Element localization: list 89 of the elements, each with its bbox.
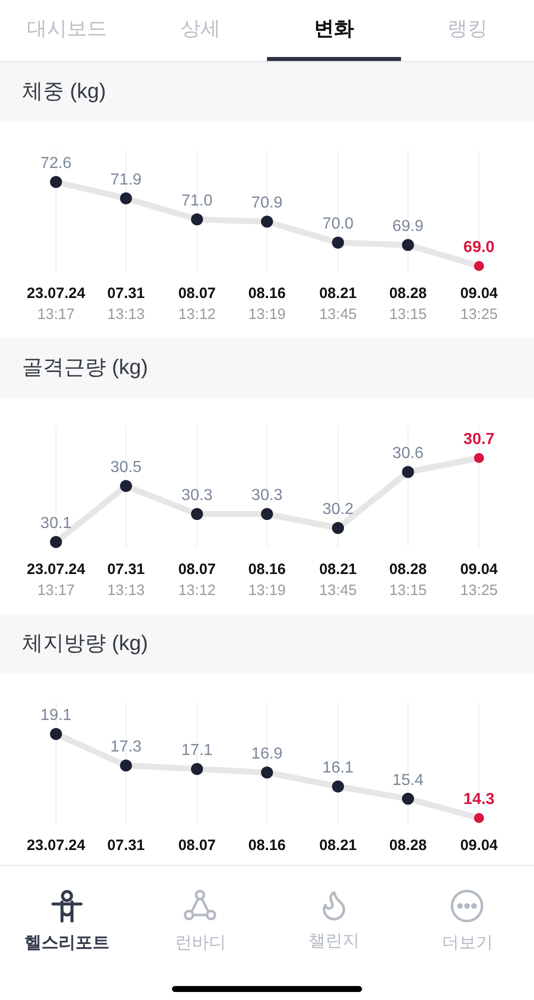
time-label: 13:17 <box>37 306 75 323</box>
date-label: 08.28 <box>389 285 427 302</box>
value-label: 72.6 <box>40 155 72 172</box>
value-label: 30.3 <box>251 487 283 504</box>
data-point <box>261 508 273 520</box>
date-label: 08.21 <box>319 837 357 854</box>
date-label: 07.31 <box>107 285 145 302</box>
tab[interactable]: 랭킹 <box>400 0 534 61</box>
time-label: 13:15 <box>389 582 427 599</box>
date-label: 08.16 <box>248 561 286 578</box>
time-label: 13:15 <box>389 306 427 323</box>
data-point <box>402 239 414 251</box>
value-label: 30.2 <box>322 501 354 518</box>
time-label: 13:45 <box>319 306 357 323</box>
nav-item[interactable]: 더보기 <box>400 888 534 956</box>
data-point <box>50 728 62 740</box>
value-label: 16.1 <box>322 760 354 776</box>
date-label: 23.07.24 <box>26 285 86 302</box>
data-point <box>332 780 344 792</box>
date-label: 08.21 <box>319 561 357 578</box>
value-label: 17.3 <box>110 738 142 756</box>
nav-item[interactable]: 런바디 <box>134 888 267 956</box>
date-label: 23.07.24 <box>26 837 86 854</box>
time-label: 13:17 <box>37 582 75 599</box>
time-label: 13:19 <box>248 306 286 323</box>
date-label: 08.16 <box>248 285 286 302</box>
person-icon <box>48 888 85 924</box>
data-point <box>120 480 132 492</box>
date-label: 23.07.24 <box>26 561 86 578</box>
data-point <box>120 192 132 204</box>
nav-item[interactable]: 챌린지 <box>267 888 400 956</box>
time-label: 13:25 <box>460 582 498 599</box>
data-point <box>402 466 414 478</box>
value-label: 70.9 <box>251 194 283 212</box>
nav-item[interactable]: 헬스리포트 <box>0 888 134 956</box>
value-label: 30.3 <box>181 487 213 504</box>
date-label: 09.04 <box>460 285 498 302</box>
date-label: 08.21 <box>319 285 357 302</box>
date-label: 08.16 <box>248 837 286 854</box>
date-label: 08.07 <box>178 285 216 302</box>
data-point <box>50 176 62 188</box>
value-label: 30.6 <box>392 445 424 462</box>
time-label: 13:13 <box>107 306 145 323</box>
time-label: 13:25 <box>460 306 498 323</box>
time-label: 13:19 <box>248 582 286 599</box>
data-point <box>191 213 203 226</box>
value-label: 15.4 <box>392 772 424 789</box>
time-label: 13:12 <box>178 306 216 323</box>
date-label: 07.31 <box>107 561 145 578</box>
data-point <box>474 813 484 823</box>
section-title: 체중 (kg) <box>22 79 106 106</box>
value-label: 30.7 <box>463 431 495 448</box>
date-label: 07.31 <box>107 837 145 854</box>
time-label: 13:12 <box>178 582 216 599</box>
data-point <box>191 763 203 775</box>
date-label: 09.04 <box>460 561 498 578</box>
data-point <box>474 261 484 271</box>
date-label: 08.07 <box>178 561 216 578</box>
date-label: 08.28 <box>389 837 427 854</box>
data-point <box>402 792 414 805</box>
value-label: 69.0 <box>463 239 495 256</box>
value-label: 71.9 <box>110 171 142 188</box>
tab[interactable]: 대시보드 <box>0 0 134 61</box>
data-point <box>261 216 273 228</box>
time-label: 13:13 <box>107 582 145 599</box>
value-label: 19.1 <box>40 707 72 724</box>
value-label: 69.9 <box>392 218 424 235</box>
data-point <box>474 453 484 463</box>
tab[interactable]: 상세 <box>134 0 267 61</box>
more-icon <box>449 888 486 924</box>
value-label: 14.3 <box>463 791 495 808</box>
value-label: 30.5 <box>110 459 142 476</box>
data-point <box>50 536 62 548</box>
data-point <box>120 760 132 772</box>
data-point <box>332 522 344 534</box>
value-label: 30.1 <box>40 515 72 532</box>
value-label: 17.1 <box>181 742 213 759</box>
date-label: 08.07 <box>178 837 216 854</box>
value-label: 70.0 <box>322 216 354 233</box>
value-label: 16.9 <box>251 746 283 762</box>
data-point <box>261 766 273 778</box>
time-label: 13:45 <box>319 582 357 599</box>
date-label: 09.04 <box>460 837 498 854</box>
data-point <box>332 236 344 249</box>
section-title: 체지방량 (kg) <box>22 631 148 658</box>
date-label: 08.28 <box>389 561 427 578</box>
section-title: 골격근량 (kg) <box>22 355 148 382</box>
data-point <box>191 508 203 520</box>
value-label: 71.0 <box>181 192 213 210</box>
